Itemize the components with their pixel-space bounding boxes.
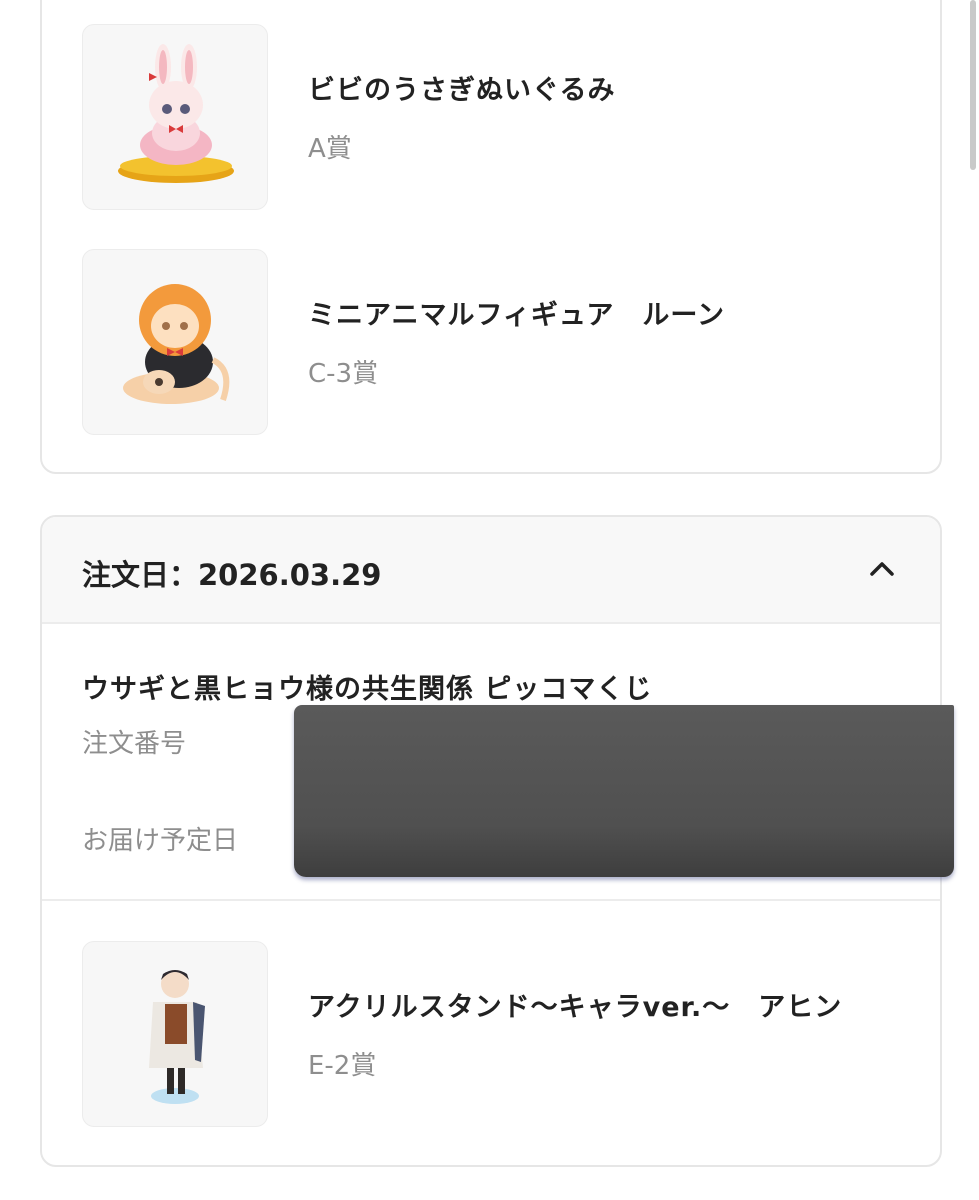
- item-prize: E-2賞: [308, 1051, 377, 1081]
- item-name: アクリルスタンド〜キャラver.〜 アヒン: [308, 992, 843, 1023]
- item-prize: A賞: [308, 134, 352, 164]
- order-date: 注文日：2026.03.29: [82, 558, 382, 592]
- scrollbar[interactable]: [970, 0, 976, 170]
- order-item[interactable]: アクリルスタンド〜キャラver.〜 アヒン E-2賞: [82, 941, 902, 1127]
- acrylic-stand-icon: [82, 941, 268, 1127]
- chevron-up-icon[interactable]: [864, 551, 900, 587]
- rabbit-plush-icon: [82, 24, 268, 210]
- order-number-label: 注文番号: [82, 729, 187, 759]
- order-item[interactable]: ビビのうさぎぬいぐるみ A賞: [82, 24, 902, 210]
- previous-order-card: ビビのうさぎぬいぐるみ A賞 ミニアニマルフィギュア ルーン C-3賞: [40, 0, 942, 474]
- redaction-overlay: [294, 705, 954, 877]
- order-header[interactable]: 注文日：2026.03.29: [42, 517, 940, 624]
- item-name: ミニアニマルフィギュア ルーン: [308, 300, 726, 331]
- order-history-page: ビビのうさぎぬいぐるみ A賞 ミニアニマルフィギュア ルーン C-3賞 注文日：…: [0, 0, 979, 1200]
- item-name: ビビのうさぎぬいぐるみ: [308, 75, 616, 106]
- order-item[interactable]: ミニアニマルフィギュア ルーン C-3賞: [82, 249, 902, 435]
- item-prize: C-3賞: [308, 359, 379, 389]
- lottery-title: ウサギと黒ヒョウ様の共生関係 ピッコマくじ: [82, 674, 653, 705]
- lion-figure-icon: [82, 249, 268, 435]
- delivery-date-label: お届け予定日: [82, 826, 239, 856]
- divider: [42, 899, 940, 901]
